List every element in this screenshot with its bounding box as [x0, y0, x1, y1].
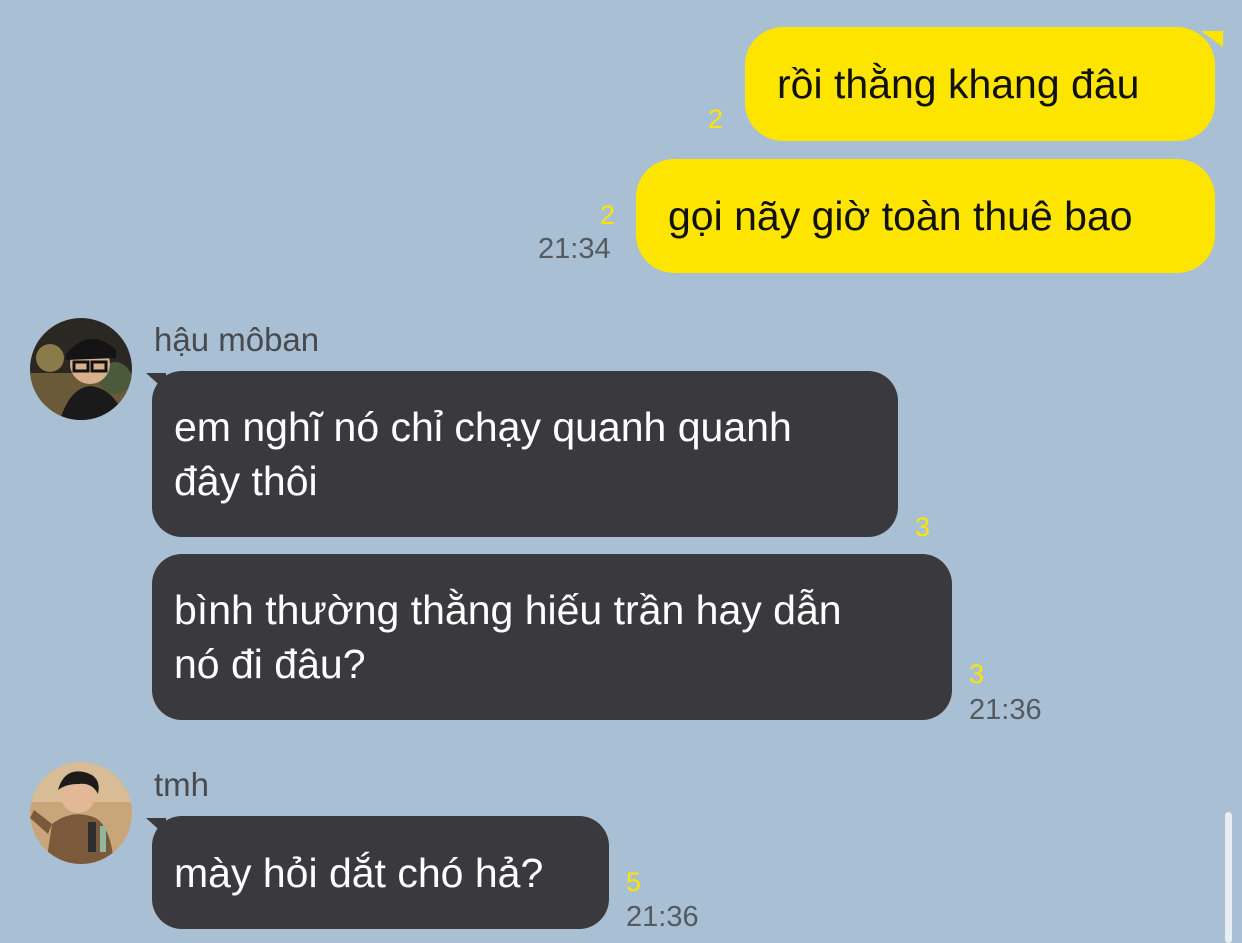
outgoing-message-bubble[interactable]: gọi nãy giờ toàn thuê bao: [636, 159, 1215, 273]
avatar[interactable]: [30, 318, 132, 420]
incoming-message-bubble[interactable]: mày hỏi dắt chó hả?: [152, 816, 609, 929]
incoming-message-bubble[interactable]: em nghĩ nó chỉ chạy quanh quanh đây thôi: [152, 371, 898, 537]
incoming-message-bubble[interactable]: bình thường thằng hiếu trần hay dẫn nó đ…: [152, 554, 952, 720]
sender-name: tmh: [154, 766, 210, 803]
message-line: em nghĩ nó chỉ chạy quanh quanh: [174, 404, 792, 450]
bubble-tail: [146, 818, 166, 836]
unread-count: 2: [708, 104, 724, 134]
outgoing-message-bubble[interactable]: rồi thằng khang đâu: [745, 27, 1215, 141]
message-line: mày hỏi dắt chó hả?: [174, 849, 544, 896]
bubble-tail: [146, 373, 166, 391]
message-text: gọi nãy giờ toàn thuê bao: [668, 193, 1133, 239]
message-text: rồi thằng khang đâu: [777, 61, 1140, 107]
unread-count: 2: [600, 200, 616, 230]
message-time: 21:34: [538, 233, 611, 265]
scrollbar[interactable]: [1225, 812, 1232, 943]
bubble-tail: [1201, 31, 1223, 47]
unread-count: 3: [915, 512, 931, 542]
message-line: bình thường thằng hiếu trần hay dẫn: [174, 587, 842, 633]
unread-count: 5: [626, 867, 642, 897]
unread-count: 3: [969, 659, 985, 689]
message-line: nó đi đâu?: [174, 641, 366, 687]
avatar-photo-icon: [30, 762, 132, 864]
avatar-photo-icon: [30, 318, 132, 420]
message-line: đây thôi: [174, 458, 318, 504]
avatar[interactable]: [30, 762, 132, 864]
chat-thread: rồi thằng khang đâu 2 gọi nãy giờ toàn t…: [0, 0, 1242, 943]
message-time: 21:36: [626, 901, 699, 933]
sender-name: hậu môban: [154, 321, 320, 358]
message-time: 21:36: [969, 694, 1042, 726]
